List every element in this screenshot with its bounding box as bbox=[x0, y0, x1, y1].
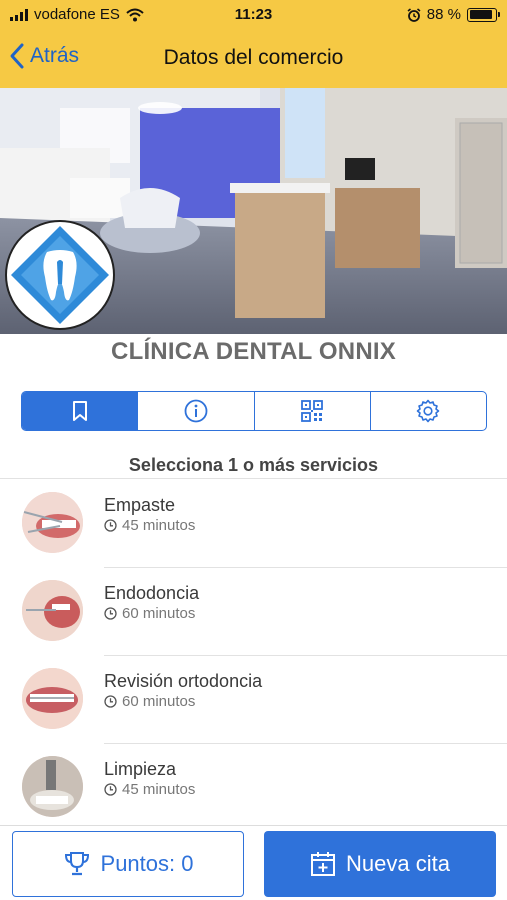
points-label: Puntos: 0 bbox=[100, 851, 194, 876]
service-duration: 45 minutos bbox=[104, 781, 195, 798]
points-button[interactable]: Puntos: 0 bbox=[12, 831, 244, 897]
nav-bar: Atrás Datos del comercio bbox=[0, 36, 507, 80]
clock-icon bbox=[104, 783, 117, 796]
clinic-logo bbox=[5, 220, 115, 330]
tab-info[interactable] bbox=[137, 392, 253, 430]
service-name: Limpieza bbox=[104, 759, 177, 779]
service-name: Endodoncia bbox=[104, 583, 200, 603]
alarm-icon bbox=[407, 7, 421, 22]
tab-bar bbox=[21, 391, 487, 431]
list-item[interactable]: Revisión ortodoncia 60 minutos bbox=[0, 656, 507, 744]
service-thumbnail bbox=[22, 492, 83, 553]
info-icon bbox=[184, 399, 208, 423]
duration-label: 60 minutos bbox=[122, 693, 196, 710]
clock-icon bbox=[104, 519, 117, 532]
services-list: Empaste 45 minutos Endodoncia 60 minutos bbox=[0, 480, 507, 832]
services-heading: Selecciona 1 o más servicios bbox=[128, 455, 379, 475]
trophy-icon bbox=[64, 852, 89, 876]
service-duration: 60 minutos bbox=[104, 693, 195, 710]
list-item[interactable]: Empaste 45 minutos bbox=[0, 480, 507, 568]
list-item[interactable]: Limpieza 45 minutos bbox=[0, 744, 507, 832]
battery-icon bbox=[467, 7, 500, 22]
list-item[interactable]: Endodoncia 60 minutos bbox=[0, 568, 507, 656]
divider bbox=[0, 478, 507, 479]
tab-settings[interactable] bbox=[369, 392, 486, 430]
service-thumbnail bbox=[22, 580, 83, 641]
duration-label: 45 minutos bbox=[122, 517, 196, 534]
clock-icon bbox=[104, 695, 117, 708]
tab-services[interactable] bbox=[22, 392, 138, 430]
duration-label: 60 minutos bbox=[122, 605, 196, 622]
battery-percent: 88 % bbox=[426, 6, 461, 23]
clinic-name: CLÍNICA DENTAL ONNIX bbox=[111, 338, 396, 365]
status-bar: vodafone ES 11:23 88 % bbox=[0, 0, 507, 30]
service-duration: 60 minutos bbox=[104, 605, 195, 622]
top-bar: vodafone ES 11:23 88 % Atrás Datos del c… bbox=[0, 0, 507, 88]
qr-code-icon bbox=[301, 400, 324, 422]
new-appointment-label: Nueva cita bbox=[346, 851, 450, 876]
tab-qr[interactable] bbox=[253, 392, 370, 430]
duration-label: 45 minutos bbox=[122, 781, 196, 798]
new-appointment-button[interactable]: Nueva cita bbox=[264, 831, 496, 897]
service-name: Revisión ortodoncia bbox=[104, 671, 263, 691]
service-thumbnail bbox=[22, 668, 83, 729]
page-title: Datos del comercio bbox=[163, 46, 344, 69]
calendar-add-icon bbox=[311, 852, 336, 876]
bookmark-icon bbox=[72, 401, 87, 421]
service-duration: 45 minutos bbox=[104, 517, 195, 534]
clock-icon bbox=[104, 607, 117, 620]
bottom-bar: Puntos: 0 Nueva cita bbox=[0, 825, 507, 900]
gear-icon bbox=[417, 399, 440, 423]
service-name: Empaste bbox=[104, 495, 176, 515]
service-thumbnail bbox=[22, 756, 83, 817]
